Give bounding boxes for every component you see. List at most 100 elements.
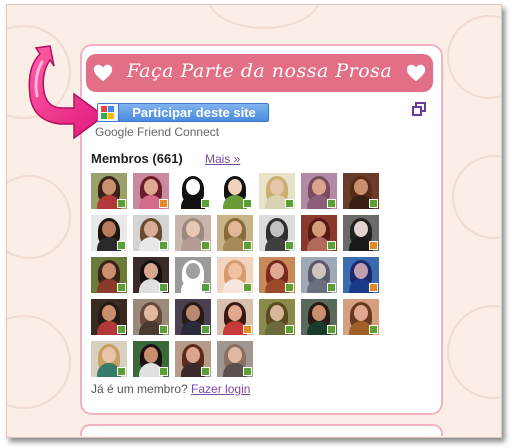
avatar-face [186,305,200,321]
avatar-face [186,263,200,279]
member-badge-icon [159,367,168,376]
avatar-face [102,305,116,321]
member-avatar[interactable] [175,341,211,377]
member-badge-icon [327,283,336,292]
background-swirl [7,175,71,259]
avatar-face [354,179,368,195]
login-link[interactable]: Fazer login [191,382,250,396]
member-avatar[interactable] [343,215,379,251]
member-badge-icon [201,367,210,376]
avatar-face [228,179,242,195]
member-badge-icon [327,241,336,250]
member-avatar[interactable] [217,257,253,293]
member-avatar[interactable] [217,215,253,251]
member-avatar[interactable] [91,215,127,251]
member-avatar[interactable] [343,257,379,293]
member-badge-icon [243,367,252,376]
avatar-face [102,179,116,195]
member-badge-icon [369,283,378,292]
avatar-face [354,263,368,279]
member-avatar[interactable] [91,341,127,377]
member-badge-icon [201,241,210,250]
member-avatar[interactable] [133,299,169,335]
member-avatar[interactable] [133,215,169,251]
member-badge-icon [159,325,168,334]
member-badge-icon [243,283,252,292]
member-badge-icon [117,199,126,208]
join-site-button-label: Participar deste site [132,105,256,120]
google-friend-connect-logo-icon [98,104,119,121]
avatar-face [270,221,284,237]
google-friend-connect-label: Google Friend Connect [95,125,220,139]
member-avatar[interactable] [217,299,253,335]
heart-icon [406,64,426,82]
member-badge-icon [285,325,294,334]
member-badge-icon [117,283,126,292]
avatar-face [144,347,158,363]
avatar-face [270,305,284,321]
member-avatar[interactable] [259,257,295,293]
background-swirl [7,315,71,409]
member-avatar[interactable] [259,173,295,209]
avatar-face [228,347,242,363]
member-avatar[interactable] [175,257,211,293]
avatar-face [228,305,242,321]
member-avatar[interactable] [91,299,127,335]
member-avatar[interactable] [175,215,211,251]
member-avatar[interactable] [133,173,169,209]
member-avatar[interactable] [343,173,379,209]
avatar-face [186,179,200,195]
member-avatar[interactable] [259,299,295,335]
member-avatar[interactable] [133,257,169,293]
member-avatar[interactable] [301,173,337,209]
member-avatar[interactable] [217,173,253,209]
member-avatar[interactable] [217,341,253,377]
avatar-face [102,263,116,279]
background-swirl [447,15,501,99]
login-prompt-text: Já é um membro? [91,382,188,396]
background-swirl [452,155,501,239]
member-avatar[interactable] [343,299,379,335]
widget-banner: Faça Parte da nossa Prosa [86,54,433,92]
member-badge-icon [159,241,168,250]
member-avatar[interactable] [133,341,169,377]
member-badge-icon [243,325,252,334]
member-avatar[interactable] [175,173,211,209]
member-badge-icon [243,199,252,208]
avatar-face [228,263,242,279]
member-badge-icon [159,199,168,208]
avatar-face [186,221,200,237]
member-badge-icon [369,199,378,208]
avatar-face [144,221,158,237]
member-badge-icon [117,367,126,376]
avatar-face [312,305,326,321]
join-site-button[interactable]: Participar deste site [97,103,269,122]
more-members-link[interactable]: Mais » [205,152,240,166]
member-badge-icon [201,283,210,292]
avatar-face [312,221,326,237]
member-badge-icon [285,283,294,292]
member-avatar[interactable] [91,257,127,293]
avatar-face [228,221,242,237]
avatar-face [102,347,116,363]
members-avatar-grid [91,173,381,377]
avatar-face [144,305,158,321]
avatar-face [102,221,116,237]
member-badge-icon [369,325,378,334]
member-avatar[interactable] [301,299,337,335]
avatar-face [186,347,200,363]
member-badge-icon [285,241,294,250]
background-swirl [207,5,321,29]
member-avatar[interactable] [301,257,337,293]
avatar-face [354,221,368,237]
member-avatar[interactable] [175,299,211,335]
member-badge-icon [201,199,210,208]
member-badge-icon [159,283,168,292]
member-avatar[interactable] [91,173,127,209]
background-swirl [447,305,501,399]
popout-window-icon[interactable] [412,102,426,116]
member-avatar[interactable] [301,215,337,251]
avatar-face [270,179,284,195]
member-avatar[interactable] [259,215,295,251]
login-prompt: Já é um membro? Fazer login [91,382,250,396]
